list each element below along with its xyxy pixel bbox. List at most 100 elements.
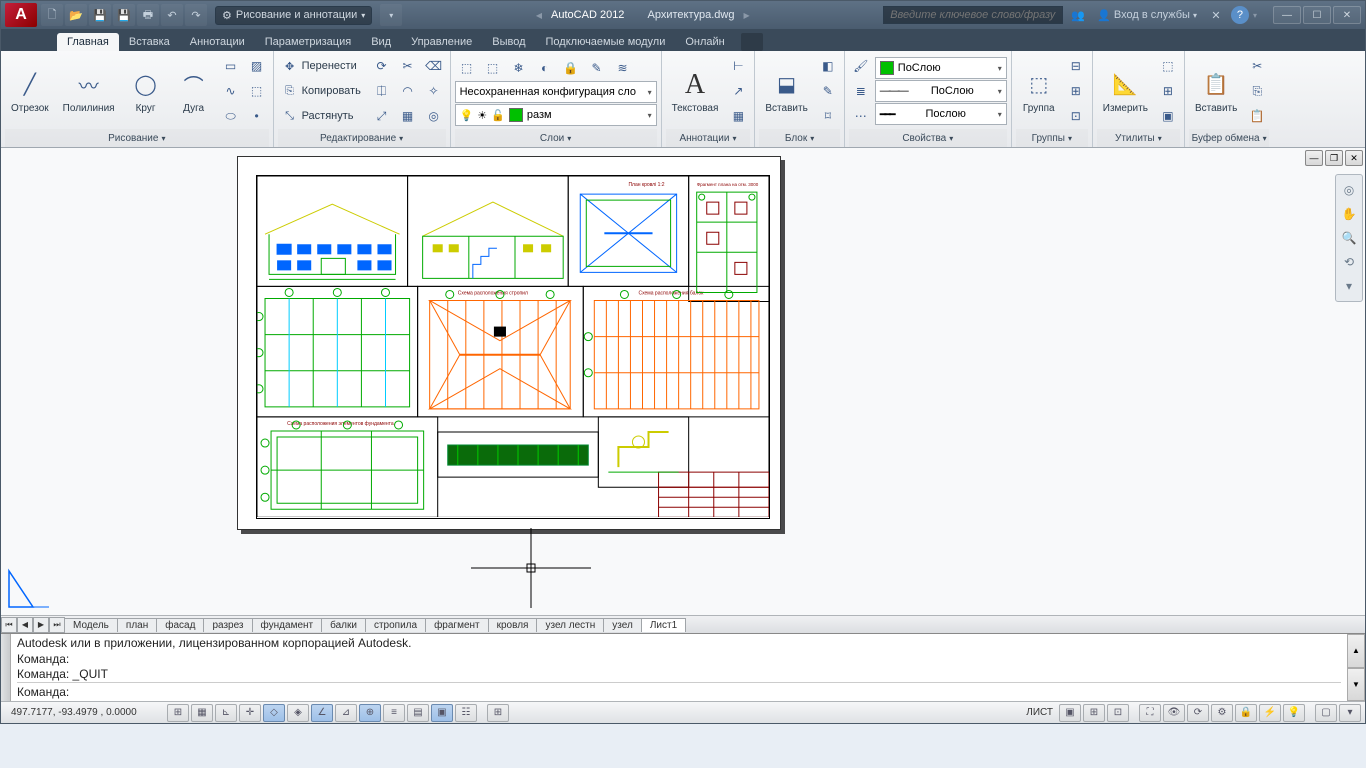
- osnap-button[interactable]: ◇: [263, 704, 285, 722]
- erase-icon[interactable]: ⌫: [422, 54, 446, 78]
- print-icon[interactable]: 🖶: [137, 4, 159, 26]
- paste-button[interactable]: 📋Вставить: [1189, 67, 1243, 116]
- arc-button[interactable]: ⌒Дуга: [171, 67, 217, 116]
- steering-wheel-icon[interactable]: ◎: [1338, 179, 1360, 201]
- save-icon[interactable]: 💾: [89, 4, 111, 26]
- hardware-accel-button[interactable]: ⚡: [1259, 704, 1281, 722]
- isolate-button[interactable]: 💡: [1283, 704, 1305, 722]
- open-icon[interactable]: 📂: [65, 4, 87, 26]
- ducs-button[interactable]: ⊿: [335, 704, 357, 722]
- maximize-vp-button[interactable]: ▣: [1059, 704, 1081, 722]
- copy-button[interactable]: ⎘Копировать: [278, 79, 368, 103]
- layout-first-button[interactable]: ⏮: [1, 617, 17, 633]
- annovisibility-button[interactable]: 👁: [1163, 704, 1185, 722]
- offset-icon[interactable]: ◎: [422, 104, 446, 128]
- qat-dropdown[interactable]: ▾: [380, 4, 402, 26]
- spline-icon[interactable]: ∿: [219, 79, 243, 103]
- undo-icon[interactable]: ↶: [161, 4, 183, 26]
- new-icon[interactable]: 🗋: [41, 4, 63, 26]
- circle-button[interactable]: ◯Круг: [123, 67, 169, 116]
- cut-icon[interactable]: ✂: [1245, 54, 1269, 78]
- minimize-button[interactable]: ―: [1273, 6, 1301, 24]
- tab-output[interactable]: Вывод: [482, 33, 535, 51]
- array-icon[interactable]: ▦: [396, 104, 420, 128]
- layer-lock-icon[interactable]: 🔒: [559, 56, 583, 80]
- exchange-icon[interactable]: ✕: [1205, 4, 1227, 26]
- selectall-icon[interactable]: ▣: [1156, 104, 1180, 128]
- ribbon-expand-button[interactable]: [741, 33, 763, 51]
- layout-tab-list1[interactable]: Лист1: [641, 618, 686, 632]
- props-list-icon[interactable]: ≣: [849, 79, 873, 103]
- fillet-icon[interactable]: ◠: [396, 79, 420, 103]
- workspace-selector[interactable]: ⚙ Рисование и аннотации ▾: [215, 6, 372, 25]
- select-icon[interactable]: ⬚: [1156, 54, 1180, 78]
- layer-match-icon[interactable]: ≋: [611, 56, 635, 80]
- mirror-icon[interactable]: ⎅: [370, 79, 394, 103]
- panel-props-title[interactable]: Свойства: [849, 129, 1007, 147]
- space-label[interactable]: ЛИСТ: [1022, 707, 1057, 718]
- group-sel-icon[interactable]: ⊡: [1064, 104, 1088, 128]
- hatch-icon[interactable]: ▨: [245, 54, 269, 78]
- tab-online[interactable]: Онлайн: [675, 33, 734, 51]
- group-edit-icon[interactable]: ⊞: [1064, 79, 1088, 103]
- otrack-button[interactable]: ∠: [311, 704, 333, 722]
- ungroup-icon[interactable]: ⊟: [1064, 54, 1088, 78]
- text-button[interactable]: AТекстовая: [666, 67, 725, 116]
- match-props-icon[interactable]: 🖌: [849, 54, 873, 78]
- tab-manage[interactable]: Управление: [401, 33, 482, 51]
- quickview-drawings-button[interactable]: ⊡: [1107, 704, 1129, 722]
- toolbar-lock-button[interactable]: 🔒: [1235, 704, 1257, 722]
- layer-freeze-icon[interactable]: ❄: [507, 56, 531, 80]
- layout-tab-stropila[interactable]: стропила: [365, 618, 426, 632]
- layer-make-icon[interactable]: ✎: [585, 56, 609, 80]
- command-grip[interactable]: [1, 634, 11, 701]
- layout-tab-fragment[interactable]: фрагмент: [425, 618, 489, 632]
- ellipse-icon[interactable]: ⬭: [219, 104, 243, 128]
- tab-plugins[interactable]: Подключаемые модули: [536, 33, 676, 51]
- scale-icon[interactable]: ⤢: [370, 104, 394, 128]
- line-button[interactable]: ╱Отрезок: [5, 67, 55, 116]
- group-button[interactable]: ⬚Группа: [1016, 67, 1062, 116]
- help-icon[interactable]: ?: [1231, 6, 1249, 24]
- trim-icon[interactable]: ✂: [396, 54, 420, 78]
- drawing-area[interactable]: ― ❐ ✕ ◎ ✋ 🔍 ⟲ ▾: [1, 148, 1365, 615]
- coords-display[interactable]: 497.7177, -93.4979 , 0.0000: [5, 707, 165, 718]
- sc-button[interactable]: ☷: [455, 704, 477, 722]
- lineweight-combo[interactable]: ━━━Послою: [875, 103, 1007, 125]
- qp-button[interactable]: ▣: [431, 704, 453, 722]
- quickcalc-icon[interactable]: ⊞: [1156, 79, 1180, 103]
- cmd-scroll-down[interactable]: ▼: [1347, 668, 1365, 702]
- point-icon[interactable]: •: [245, 104, 269, 128]
- ortho-button[interactable]: ⊾: [215, 704, 237, 722]
- snap-button[interactable]: ⊞: [167, 704, 189, 722]
- block-edit-icon[interactable]: ✎: [816, 79, 840, 103]
- doc-restore-button[interactable]: ❐: [1325, 150, 1343, 166]
- layout-tab-fundament[interactable]: фундамент: [252, 618, 323, 632]
- color-combo[interactable]: ПоСлою: [875, 57, 1007, 79]
- dim-linear-icon[interactable]: ⊢: [726, 54, 750, 78]
- explode-icon[interactable]: ✧: [422, 79, 446, 103]
- layout-tab-fasad[interactable]: фасад: [156, 618, 204, 632]
- panel-clip-title[interactable]: Буфер обмена: [1189, 129, 1269, 147]
- login-button[interactable]: 👤Вход в службы▾: [1093, 9, 1201, 22]
- orbit-icon[interactable]: ⟲: [1338, 251, 1360, 273]
- layout-prev-button[interactable]: ◀: [17, 617, 33, 633]
- layout-tab-uzel[interactable]: узел: [603, 618, 642, 632]
- tab-insert[interactable]: Вставка: [119, 33, 180, 51]
- layout-tab-model[interactable]: Модель: [64, 618, 118, 632]
- cleanscreen-button[interactable]: ▢: [1315, 704, 1337, 722]
- rotate-icon[interactable]: ⟳: [370, 54, 394, 78]
- layout-tab-razrez[interactable]: разрез: [203, 618, 252, 632]
- annoscale-button[interactable]: ⛶: [1139, 704, 1161, 722]
- table-icon[interactable]: ▦: [726, 104, 750, 128]
- doc-close-button[interactable]: ✕: [1345, 150, 1363, 166]
- infocenter-icon[interactable]: 👥: [1067, 4, 1089, 26]
- tab-parametric[interactable]: Параметризация: [255, 33, 361, 51]
- insert-block-button[interactable]: ⬓Вставить: [759, 67, 813, 116]
- statusbar-menu-button[interactable]: ▾: [1339, 704, 1361, 722]
- stretch-button[interactable]: ⤡Растянуть: [278, 104, 368, 128]
- layer-state-combo[interactable]: Несохраненная конфигурация сло: [455, 81, 657, 103]
- close-button[interactable]: ✕: [1333, 6, 1361, 24]
- app-logo[interactable]: A: [5, 3, 37, 27]
- zoom-icon[interactable]: 🔍: [1338, 227, 1360, 249]
